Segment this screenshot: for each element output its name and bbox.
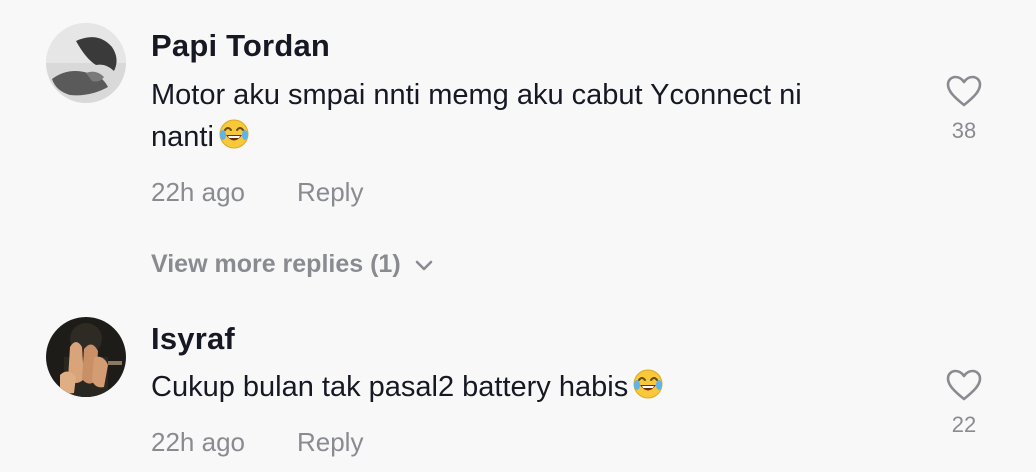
comment-username[interactable]: Isyraf (151, 321, 235, 357)
heart-icon (946, 369, 982, 401)
comment-timestamp: 22h ago (151, 177, 245, 207)
comment-text-line: Motor aku smpai nnti memg aku cabut Ycon… (151, 79, 802, 111)
comment-text: Motor aku smpai nnti memg aku cabut Ycon… (151, 74, 911, 162)
avatar[interactable] (46, 317, 126, 397)
comment-text-line: nanti (151, 121, 214, 153)
face-with-tears-of-joy-icon (632, 368, 664, 412)
reply-button[interactable]: Reply (297, 427, 363, 457)
comment-meta: 22h ago Reply (151, 427, 363, 458)
avatar[interactable] (46, 23, 126, 103)
avatar-photo-icon (46, 23, 126, 103)
like-button[interactable]: 22 (940, 368, 988, 438)
chevron-down-icon (415, 260, 432, 271)
avatar-photo-icon (46, 317, 126, 397)
comment-text-line: Cukup bulan tak pasal2 battery habis (151, 371, 629, 403)
reply-button[interactable]: Reply (297, 177, 363, 207)
comment-username[interactable]: Papi Tordan (151, 28, 330, 64)
face-with-tears-of-joy-icon (218, 118, 250, 162)
like-count: 22 (951, 412, 977, 437)
comment-timestamp: 22h ago (151, 427, 245, 457)
heart-icon (946, 75, 982, 107)
like-count: 38 (951, 118, 977, 143)
comment-text: Cukup bulan tak pasal2 battery habis (151, 366, 911, 412)
view-more-replies-label: View more replies (1) (151, 250, 401, 278)
comment-meta: 22h ago Reply (151, 177, 363, 208)
view-more-replies-button[interactable]: View more replies (1) (151, 250, 433, 279)
like-button[interactable]: 38 (940, 74, 988, 144)
